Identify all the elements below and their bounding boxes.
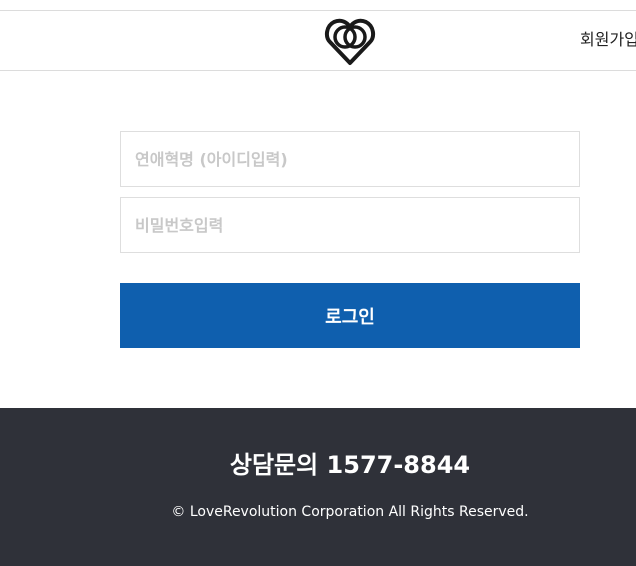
- login-page: 회원가입 로그인 상담문의 1577-8844 © LoveRevolution…: [0, 0, 636, 566]
- copyright-text: © LoveRevolution Corporation All Rights …: [171, 504, 529, 520]
- site-footer: 상담문의 1577-8844 © LoveRevolution Corporat…: [0, 408, 636, 566]
- site-header: 회원가입: [0, 10, 636, 71]
- password-input[interactable]: [120, 197, 580, 253]
- login-button[interactable]: 로그인: [120, 283, 580, 348]
- consultation-phone: 상담문의 1577-8844: [229, 451, 471, 479]
- login-form: 로그인: [120, 131, 580, 348]
- interlocking-hearts-logo-icon[interactable]: [324, 16, 376, 66]
- username-input[interactable]: [120, 131, 580, 187]
- signup-link[interactable]: 회원가입: [580, 30, 636, 50]
